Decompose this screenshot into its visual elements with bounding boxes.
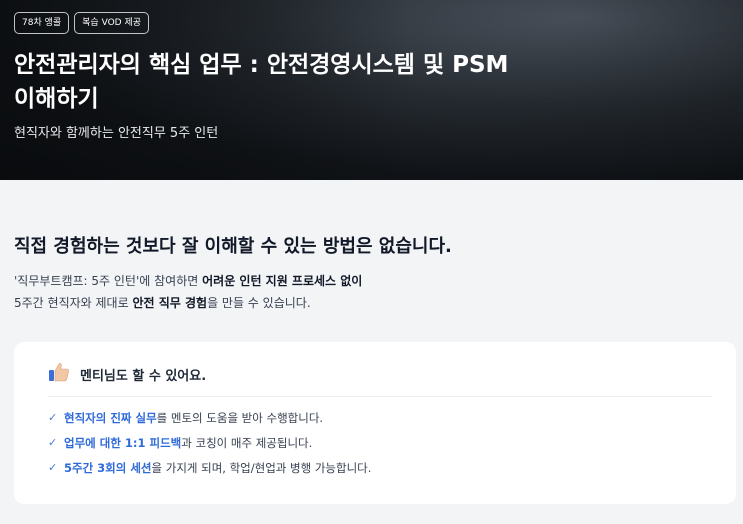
main-content: 직접 경험하는 것보다 잘 이해할 수 있는 방법은 없습니다. '직무부트캠프… xyxy=(0,180,743,504)
list-item: ✓ 현직자의 진짜 실무 를 멘토의 도움을 받아 수행합니다. xyxy=(48,405,712,430)
section-headline: 직접 경험하는 것보다 잘 이해할 수 있는 방법은 없습니다. xyxy=(14,236,452,257)
desc-line1-text: '직무부트캠프: 5주 인턴'에 참여하면 xyxy=(14,274,203,288)
desc-line2-bold: 안전 직무 경험 xyxy=(132,296,208,310)
item-highlight: 5주간 3회의 세션 xyxy=(64,460,152,475)
benefit-list: ✓ 현직자의 진짜 실무 를 멘토의 도움을 받아 수행합니다. ✓ 업무에 대한… xyxy=(48,405,712,480)
desc-line2-text: 5주간 현직자와 제대로 xyxy=(14,296,133,310)
page-title: 안전관리자의 핵심 업무 : 안전경영시스템 및 PSM 이해하기 xyxy=(14,52,509,112)
card-header: 멘티님도 할 수 있어요. xyxy=(48,362,712,397)
item-text: 을 가지게 되며, 학업/현업과 병행 가능합니다. xyxy=(151,460,372,475)
hero-content: 78차 앵콜 복습 VOD 제공 안전관리자의 핵심 업무 : 안전경영시스템 … xyxy=(0,0,743,141)
item-highlight: 업무에 대한 1:1 피드백 xyxy=(64,435,182,450)
list-item: ✓ 5주간 3회의 세션 을 가지게 되며, 학업/현업과 병행 가능합니다. xyxy=(48,455,712,480)
hero-banner: 78차 앵콜 복습 VOD 제공 안전관리자의 핵심 업무 : 안전경영시스템 … xyxy=(0,0,743,180)
check-icon: ✓ xyxy=(48,461,58,474)
item-text: 과 코칭이 매주 제공됩니다. xyxy=(181,435,313,450)
card-title: 멘티님도 할 수 있어요. xyxy=(80,368,207,384)
list-item: ✓ 업무에 대한 1:1 피드백 과 코칭이 매주 제공됩니다. xyxy=(48,430,712,455)
desc-line2-suffix: 을 만들 수 있습니다. xyxy=(207,296,311,310)
item-text: 를 멘토의 도움을 받아 수행합니다. xyxy=(156,410,324,425)
badge-group: 78차 앵콜 복습 VOD 제공 xyxy=(14,12,729,34)
section-description: '직무부트캠프: 5주 인턴'에 참여하면 어려운 인턴 지원 프로세스 없이 … xyxy=(14,270,729,314)
check-icon: ✓ xyxy=(48,411,58,424)
thumbs-up-icon xyxy=(48,362,70,386)
vod-badge: 복습 VOD 제공 xyxy=(74,12,150,34)
benefits-card: 멘티님도 할 수 있어요. ✓ 현직자의 진짜 실무 를 멘토의 도움을 받아 수… xyxy=(14,342,736,504)
item-highlight: 현직자의 진짜 실무 xyxy=(64,410,157,425)
desc-line1-bold: 어려운 인턴 지원 프로세스 없이 xyxy=(202,274,363,288)
page-subtitle: 현직자와 함께하는 안전직무 5주 인턴 xyxy=(14,126,219,141)
encore-badge: 78차 앵콜 xyxy=(14,12,70,34)
check-icon: ✓ xyxy=(48,436,58,449)
